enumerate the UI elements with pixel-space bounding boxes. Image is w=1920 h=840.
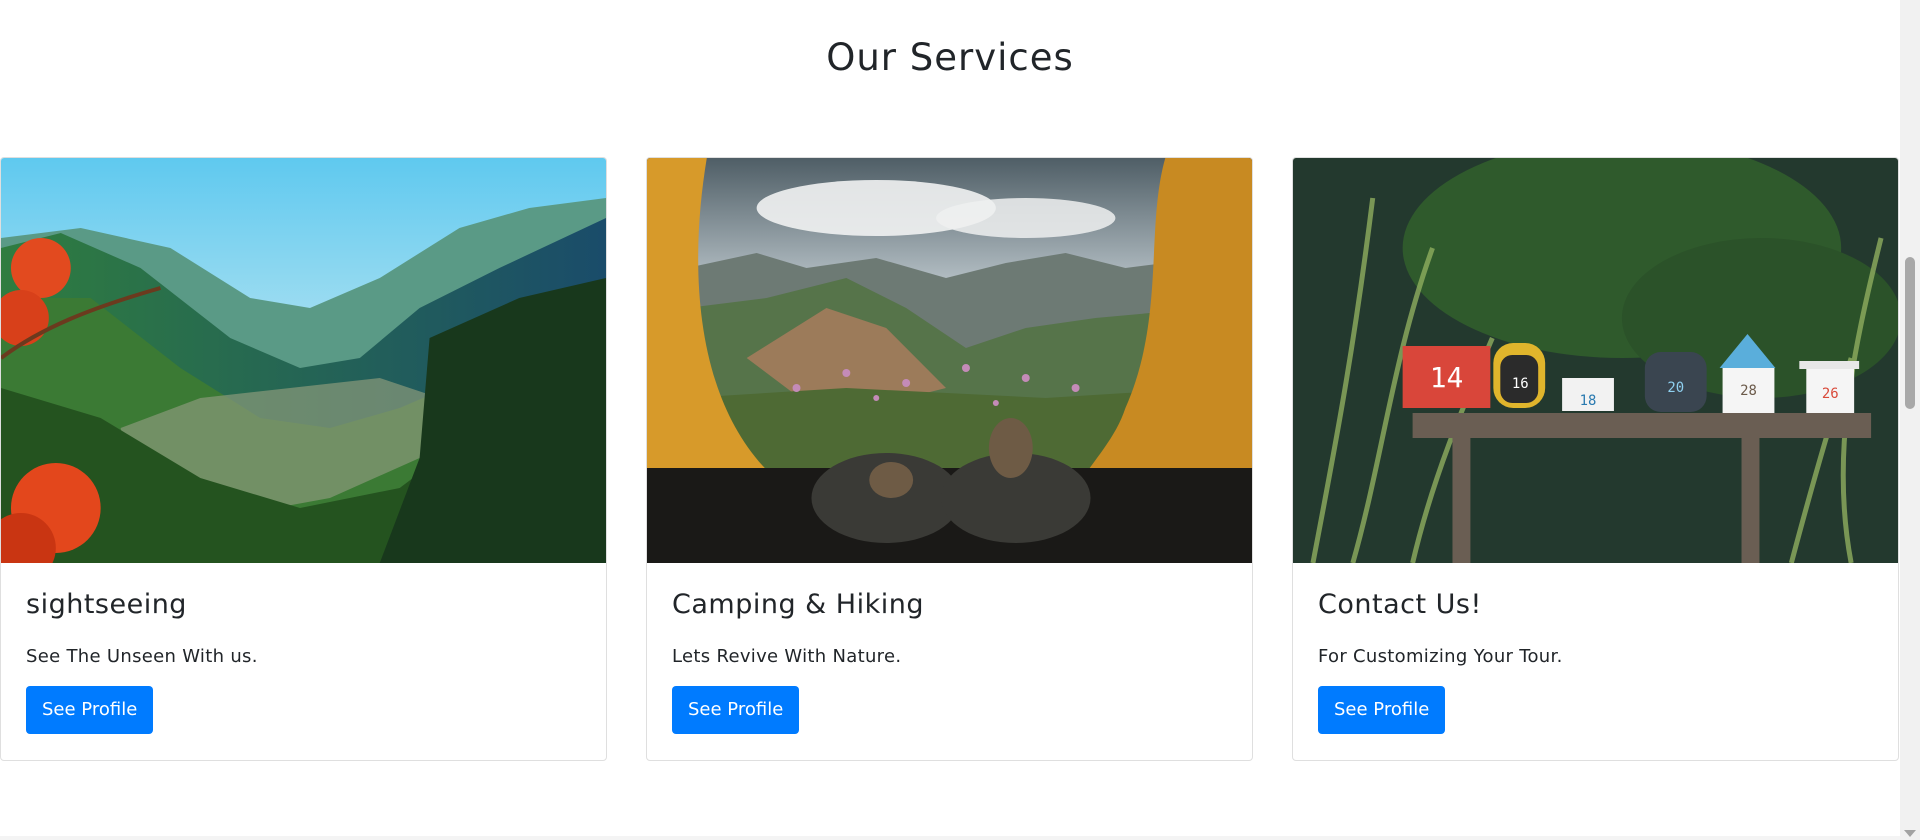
service-card-camping: Camping & Hiking Lets Revive With Nature… bbox=[646, 157, 1253, 761]
mailbox-number-18: 18 bbox=[1580, 393, 1597, 409]
card-text: See The Unseen With us. bbox=[26, 646, 258, 667]
card-body: Camping & Hiking Lets Revive With Nature… bbox=[647, 563, 1252, 760]
see-profile-button[interactable]: See Profile bbox=[1318, 686, 1446, 734]
card-title: Camping & Hiking bbox=[672, 589, 925, 620]
see-profile-button[interactable]: See Profile bbox=[672, 686, 800, 734]
mailboxes-image: 14 16 18 20 28 26 bbox=[1293, 158, 1898, 563]
card-text: For Customizing Your Tour. bbox=[1318, 646, 1563, 667]
card-title: sightseeing bbox=[26, 589, 187, 620]
services-page: Our Services sightseeing See The Unseen … bbox=[0, 0, 1900, 840]
mailbox-number-16: 16 bbox=[1512, 376, 1529, 392]
card-title: Contact Us! bbox=[1318, 589, 1482, 620]
service-card-sightseeing: sightseeing See The Unseen With us. See … bbox=[0, 157, 607, 761]
mailbox-number-20: 20 bbox=[1667, 380, 1684, 396]
tent-view-image bbox=[647, 158, 1252, 563]
section-title: Our Services bbox=[826, 36, 1074, 79]
card-body: Contact Us! For Customizing Your Tour. S… bbox=[1293, 563, 1898, 760]
mailbox-number-14: 14 bbox=[1430, 361, 1464, 394]
mailbox-number-26: 26 bbox=[1822, 386, 1839, 402]
card-text: Lets Revive With Nature. bbox=[672, 646, 902, 667]
mountain-valley-image bbox=[1, 158, 606, 563]
section-divider bbox=[0, 836, 1900, 840]
mailbox-number-28: 28 bbox=[1740, 383, 1757, 399]
see-profile-button[interactable]: See Profile bbox=[26, 686, 154, 734]
card-body: sightseeing See The Unseen With us. See … bbox=[1, 563, 606, 760]
scrollbar-thumb[interactable] bbox=[1905, 257, 1915, 409]
vertical-scrollbar[interactable] bbox=[1900, 0, 1920, 840]
service-card-contact: 14 16 18 20 28 26 Contact Us! For Custom… bbox=[1292, 157, 1899, 761]
scroll-down-arrow-icon[interactable] bbox=[1904, 830, 1916, 837]
